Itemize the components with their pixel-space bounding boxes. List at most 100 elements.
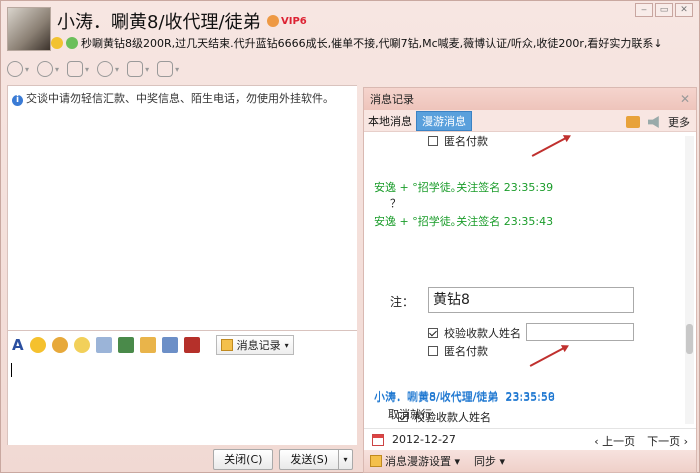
close-history-icon[interactable]: ✕ [680,92,690,106]
security-notice: i 交谈中请勿轻信汇款、中奖信息、陌生电话，勿使用外挂软件。 [12,90,334,106]
send-button-row: 关闭(C) 发送(S) ▾ [7,445,357,473]
message-time: 23:35:43 [503,215,554,228]
chat-window: 小涛．唰黄8/收代理/徒弟 VIP6 ‒ ▭ ✕ 秒唰黄钻8级200R,过几天结… [0,0,700,473]
chevron-down-icon: ▾ [284,340,289,350]
emoji-icon[interactable] [29,337,46,353]
list-item: 匿名付款 [428,343,488,359]
chevron-down-icon: ▾ [55,64,60,74]
message-sender: 安逸 + °招学徒｡关注签名 [374,181,501,194]
gift-icon[interactable] [161,337,178,353]
app-icon [157,61,174,77]
message-header: 安逸 + °招学徒｡关注签名 23:35:39 [374,179,553,195]
add-user-icon [97,61,114,77]
history-date: 2012-12-27 [392,433,456,446]
avatar[interactable] [7,7,51,51]
message-header: 安逸 + °招学徒｡关注签名 23:35:43 [374,213,553,229]
history-scrollbar[interactable] [685,136,694,424]
message-record-label: 消息记录 [236,339,281,352]
font-icon[interactable]: A [12,336,24,354]
message-text: 取消就行 [388,408,432,421]
contact-name: 小涛．唰黄8/收代理/徒弟 [57,12,261,33]
add-contact-button[interactable]: ▾ [97,61,119,77]
anonymous-payment-label: 匿名付款 [444,345,488,358]
app-button[interactable]: ▾ [157,61,179,77]
history-panel: 消息记录 ✕ 本地消息 漫游消息 更多 匿名付款 安逸 + °招学徒｡关注签名 … [363,87,697,473]
history-tools: 更多 [626,114,690,130]
checkbox-icon [428,346,438,356]
message-sender: 安逸 + °招学徒｡关注签名 [374,215,501,228]
message-time: 23:35:39 [503,181,554,194]
toolbox-icon[interactable] [183,337,200,353]
window-controls: ‒ ▭ ✕ [635,3,693,17]
send-options-button[interactable]: ▾ [339,448,353,470]
chevron-down-icon: ▾ [145,64,150,74]
minimize-button[interactable]: ‒ [635,3,653,17]
payee-name-field [526,323,634,341]
prev-page-label: 上一页 [602,435,636,448]
magic-emoji-icon[interactable] [51,337,68,353]
list-item: 校验收款人姓名 [428,325,521,341]
annotation-arrow [531,135,570,157]
file-transfer-icon [67,61,84,77]
message-text: ？ [390,197,401,210]
chat-display[interactable]: i 交谈中请勿轻信汇款、中奖信息、陌生电话，勿使用外挂软件。 [7,85,357,331]
message-record-button[interactable]: 消息记录 ▾ [215,335,294,355]
history-messages[interactable]: 匿名付款 安逸 + °招学徒｡关注签名 23:35:39 ？ 安逸 + °招学徒… [364,133,686,425]
verify-payee-label: 校验收款人姓名 [444,327,521,340]
image-icon[interactable] [117,337,134,353]
info-icon: i [12,95,23,106]
voice-call-button[interactable]: ▾ [37,61,59,77]
next-page-button[interactable]: 下一页 › [647,433,688,449]
next-page-label: 下一页 [647,435,681,448]
music-icon[interactable] [139,337,156,353]
star-icon[interactable] [51,37,63,49]
vip-face-icon [267,15,279,27]
video-call-button[interactable]: ▾ [7,61,29,77]
history-header: 消息记录 [364,88,696,110]
file-transfer-button[interactable]: ▾ [67,61,89,77]
chevron-down-icon: ▾ [25,64,30,74]
vip-badge[interactable]: VIP6 [267,15,307,27]
shake-icon[interactable] [73,337,90,353]
tab-roaming-messages[interactable]: 漫游消息 [416,110,472,131]
toolbar: ▾ ▾ ▾ ▾ ▾ ▾ [7,57,179,81]
close-button[interactable]: 关闭(C) [213,448,274,470]
tab-local-messages[interactable]: 本地消息 [368,113,412,129]
list-item: 匿名付款 [428,133,488,149]
close-window-button[interactable]: ✕ [675,3,693,17]
history-footer: 2012-12-27 ‹ 上一页 下一页 › [364,428,696,450]
calendar-icon[interactable] [372,433,384,446]
search-icon[interactable] [66,37,78,49]
send-button[interactable]: 发送(S) [279,448,339,470]
note-label: 注： [390,295,415,309]
message-record-icon [220,339,233,351]
roam-settings-label: 消息漫游设置 [385,455,451,468]
scrollbar-thumb[interactable] [686,324,693,354]
message-sender: 小涛．唰黄8/收代理/徒弟 [374,390,499,403]
vip-badge-label: VIP6 [281,16,307,27]
history-title: 消息记录 [370,93,414,106]
prev-page-button[interactable]: ‹ 上一页 [594,433,635,449]
checkbox-checked-icon [428,328,438,338]
maximize-button[interactable]: ▭ [655,3,673,17]
sync-button[interactable]: 同步 ▾ [474,453,505,469]
pager: ‹ 上一页 下一页 › [594,433,688,449]
chevron-down-icon: ▾ [175,64,180,74]
export-icon[interactable] [626,116,640,128]
history-tabs: 本地消息 漫游消息 更多 [364,110,696,132]
message-input[interactable] [7,359,357,445]
monitor-icon [127,61,144,77]
sync-label: 同步 [474,455,497,468]
more-button[interactable]: 更多 [668,114,690,130]
chevron-down-icon: ▾ [115,64,120,74]
message-time: 23:35:59 [505,390,555,403]
speaker-icon[interactable] [648,116,659,128]
note-field: 黄钻8 [428,287,634,313]
remote-desktop-button[interactable]: ▾ [127,61,149,77]
roam-settings-button[interactable]: 消息漫游设置 ▾ [370,453,460,469]
checkbox-icon [428,136,438,146]
screenshot-icon[interactable] [95,337,112,353]
settings-icon [370,455,382,467]
camera-icon [7,61,23,77]
annotation-arrow [529,345,568,367]
